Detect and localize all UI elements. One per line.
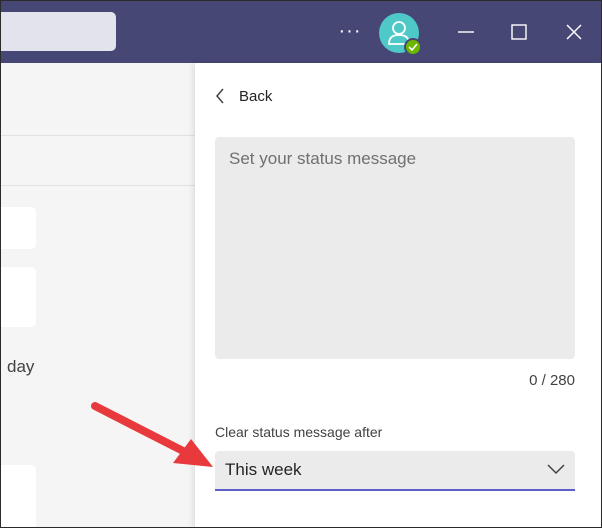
clear-after-value: This week [225, 460, 302, 479]
minimize-icon [458, 31, 474, 33]
chevron-left-icon [216, 88, 224, 104]
character-counter: 0 / 280 [529, 372, 575, 389]
maximize-icon [511, 24, 527, 40]
divider [1, 185, 195, 186]
available-check-icon [408, 43, 418, 51]
minimize-button[interactable] [453, 19, 479, 45]
maximize-button[interactable] [506, 19, 532, 45]
close-button[interactable] [561, 19, 587, 45]
back-button[interactable]: Back [215, 85, 272, 107]
clear-after-label: Clear status message after [215, 424, 383, 440]
background-card [1, 207, 36, 249]
more-options-icon[interactable]: ··· [337, 21, 363, 41]
status-message-input[interactable]: Set your status message [215, 137, 575, 359]
status-message-placeholder: Set your status message [229, 149, 417, 168]
status-message-panel: Back Set your status message 0 / 280 Cle… [195, 63, 601, 527]
presence-badge [404, 38, 422, 56]
chevron-down-icon [547, 464, 565, 475]
close-icon [566, 24, 582, 40]
background-content [1, 63, 195, 527]
divider [1, 135, 195, 136]
search-box[interactable] [1, 12, 116, 51]
app-window: ··· day Back Set your status message 0 /… [0, 0, 602, 528]
background-card [1, 267, 36, 327]
background-card [1, 465, 36, 527]
title-bar: ··· [1, 1, 601, 63]
background-text: day [7, 357, 35, 376]
back-label: Back [239, 87, 273, 105]
clear-after-dropdown[interactable]: This week [215, 451, 575, 491]
